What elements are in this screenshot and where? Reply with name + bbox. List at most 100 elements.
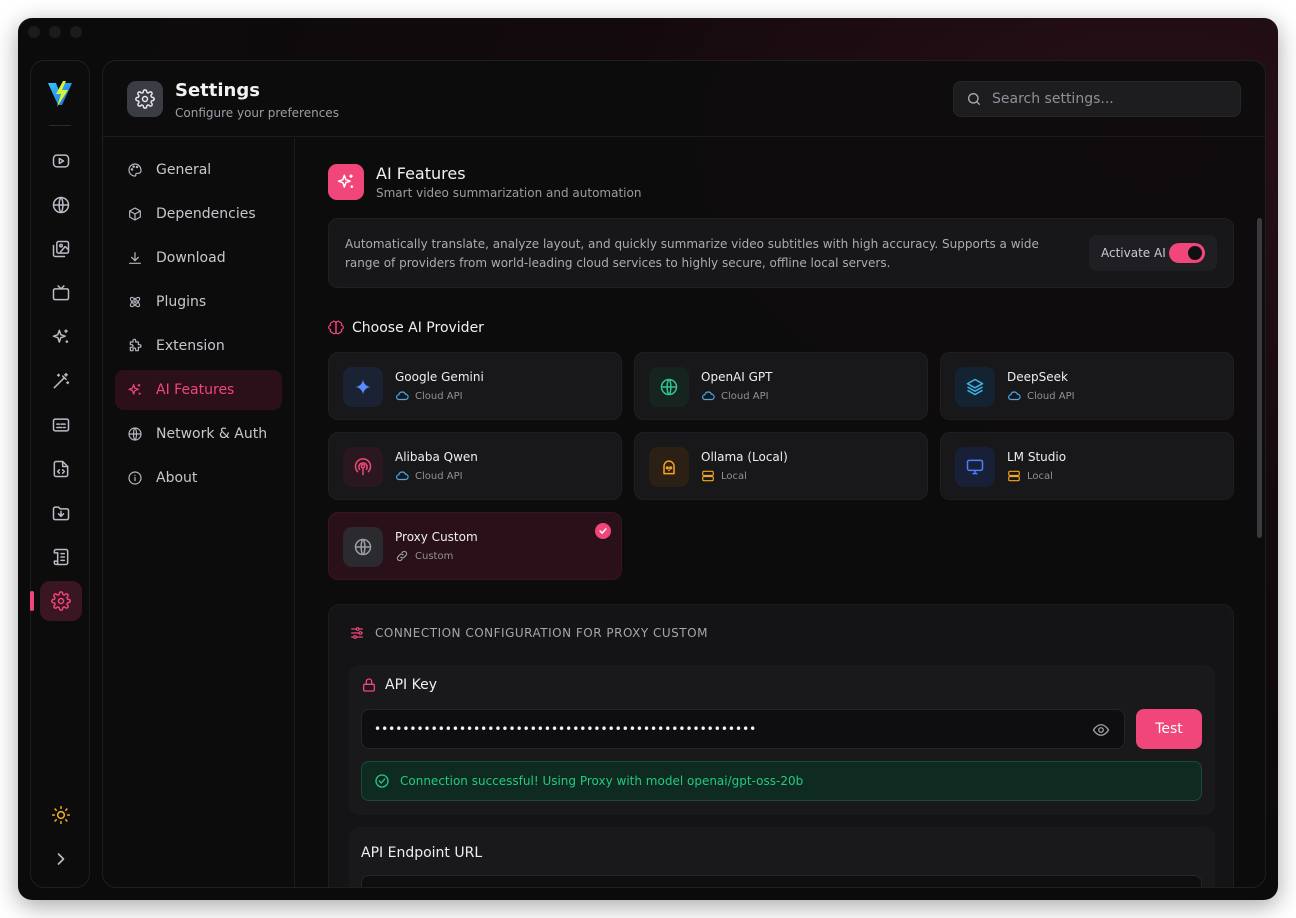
sun-icon: [51, 805, 71, 825]
search-input[interactable]: [992, 91, 1222, 107]
search-box[interactable]: [953, 81, 1241, 117]
api-key-input[interactable]: [374, 722, 1084, 736]
brain-icon: [328, 320, 344, 335]
provider-name: Google Gemini: [395, 370, 484, 384]
rail-settings[interactable]: [40, 581, 82, 621]
server-icon: [1008, 470, 1020, 482]
activate-ai-toggle[interactable]: [1169, 243, 1205, 263]
provider-card-openai-gpt[interactable]: OpenAI GPT Cloud API: [634, 352, 928, 420]
gemini-icon: [343, 367, 383, 407]
provider-card-ollama[interactable]: Ollama (Local) Local: [634, 432, 928, 500]
nav-item-label: Plugins: [156, 294, 207, 310]
nav-item-plugins[interactable]: Plugins: [115, 282, 282, 322]
lock-icon: [363, 678, 375, 692]
ai-section-icon: [328, 164, 364, 200]
palette-icon: [128, 163, 142, 177]
cloud-icon: [702, 391, 715, 401]
check-circle-icon: [375, 774, 389, 788]
choose-provider-label: Choose AI Provider: [352, 320, 484, 336]
provider-name: Alibaba Qwen: [395, 450, 478, 464]
search-icon: [968, 93, 980, 105]
tv-icon: [52, 284, 70, 301]
nav-item-label: Dependencies: [156, 206, 256, 222]
api-endpoint-label: API Endpoint URL: [361, 845, 483, 861]
selected-check-icon: [595, 523, 611, 539]
nav-item-about[interactable]: About: [115, 458, 282, 498]
rail-downloads[interactable]: [40, 493, 82, 533]
rail-subtitles[interactable]: [40, 405, 82, 445]
provider-card-google-gemini[interactable]: Google Gemini Cloud API: [328, 352, 622, 420]
openai-globe-icon: [649, 367, 689, 407]
app-window: Settings Configure your preferences Gene…: [18, 18, 1278, 900]
nav-item-download[interactable]: Download: [115, 238, 282, 278]
captions-icon: [52, 418, 70, 432]
rail-browser[interactable]: [40, 185, 82, 225]
active-indicator: [30, 591, 34, 611]
api-endpoint-input[interactable]: [361, 875, 1202, 887]
box-icon: [129, 207, 141, 221]
ai-features-content: AI Features Smart video summarization an…: [296, 138, 1265, 887]
monitor-icon: [955, 447, 995, 487]
atom-icon: [129, 296, 141, 308]
theme-toggle[interactable]: [40, 795, 82, 835]
gear-icon: [51, 591, 71, 611]
settings-panel: Settings Configure your preferences Gene…: [102, 60, 1266, 888]
provider-card-proxy-custom[interactable]: Proxy Custom Custom: [328, 512, 622, 580]
settings-header: Settings Configure your preferences: [103, 61, 1265, 137]
close-window-button[interactable]: [28, 26, 40, 38]
expand-sidebar-button[interactable]: [40, 839, 82, 879]
provider-card-alibaba-qwen[interactable]: Alibaba Qwen Cloud API: [328, 432, 622, 500]
rail-ai[interactable]: [40, 317, 82, 357]
provider-name: Ollama (Local): [701, 450, 788, 464]
rail-code[interactable]: [40, 449, 82, 489]
content-scrollbar[interactable]: [1257, 218, 1262, 538]
section-title: AI Features: [376, 164, 466, 183]
minimize-window-button[interactable]: [49, 26, 61, 38]
nav-item-network-auth[interactable]: Network & Auth: [115, 414, 282, 454]
eye-icon[interactable]: [1092, 721, 1110, 739]
ai-description: Automatically translate, analyze layout,…: [345, 237, 1039, 270]
provider-type: Custom: [395, 549, 453, 563]
api-key-label: API Key: [361, 677, 437, 693]
rail-divider: [49, 125, 71, 126]
page-title: Settings: [175, 80, 260, 101]
rail-magic[interactable]: [40, 361, 82, 401]
cloud-icon: [396, 391, 409, 401]
provider-card-lm-studio[interactable]: LM Studio Local: [940, 432, 1234, 500]
link-icon: [396, 550, 408, 562]
file-code-icon: [53, 460, 69, 478]
provider-name: OpenAI GPT: [701, 370, 773, 384]
app-logo[interactable]: [41, 75, 79, 113]
nav-item-extension[interactable]: Extension: [115, 326, 282, 366]
nav-item-dependencies[interactable]: Dependencies: [115, 194, 282, 234]
rail-tv[interactable]: [40, 273, 82, 313]
sparkles-icon: [128, 384, 141, 395]
gear-icon: [135, 89, 155, 109]
globe-icon: [128, 427, 142, 441]
connection-config-panel: CONNECTION CONFIGURATION FOR PROXY CUSTO…: [328, 604, 1234, 887]
provider-type: Cloud API: [395, 389, 463, 403]
nav-item-general[interactable]: General: [115, 150, 282, 190]
nav-item-ai-features[interactable]: AI Features: [115, 370, 282, 410]
ai-description-box: Automatically translate, analyze layout,…: [328, 218, 1234, 288]
nav-item-label: Extension: [156, 338, 225, 354]
ollama-icon: [649, 447, 689, 487]
api-key-field[interactable]: [361, 709, 1125, 749]
rail-logs[interactable]: [40, 537, 82, 577]
cloud-icon: [1008, 391, 1021, 401]
nav-item-label: Network & Auth: [156, 426, 268, 442]
provider-type: Local: [701, 469, 747, 483]
test-connection-button[interactable]: Test: [1136, 709, 1202, 749]
maximize-window-button[interactable]: [70, 26, 82, 38]
rail-images[interactable]: [40, 229, 82, 269]
provider-type: Local: [1007, 469, 1053, 483]
globe-icon: [52, 196, 70, 214]
rail-youtube[interactable]: [40, 141, 82, 181]
connection-config-title: CONNECTION CONFIGURATION FOR PROXY CUSTO…: [349, 625, 708, 641]
provider-name: Proxy Custom: [395, 530, 478, 544]
provider-type: Cloud API: [701, 389, 769, 403]
provider-card-deepseek[interactable]: DeepSeek Cloud API: [940, 352, 1234, 420]
sparkles-icon: [52, 329, 69, 343]
puzzle-icon: [129, 338, 142, 352]
youtube-icon: [52, 154, 70, 168]
